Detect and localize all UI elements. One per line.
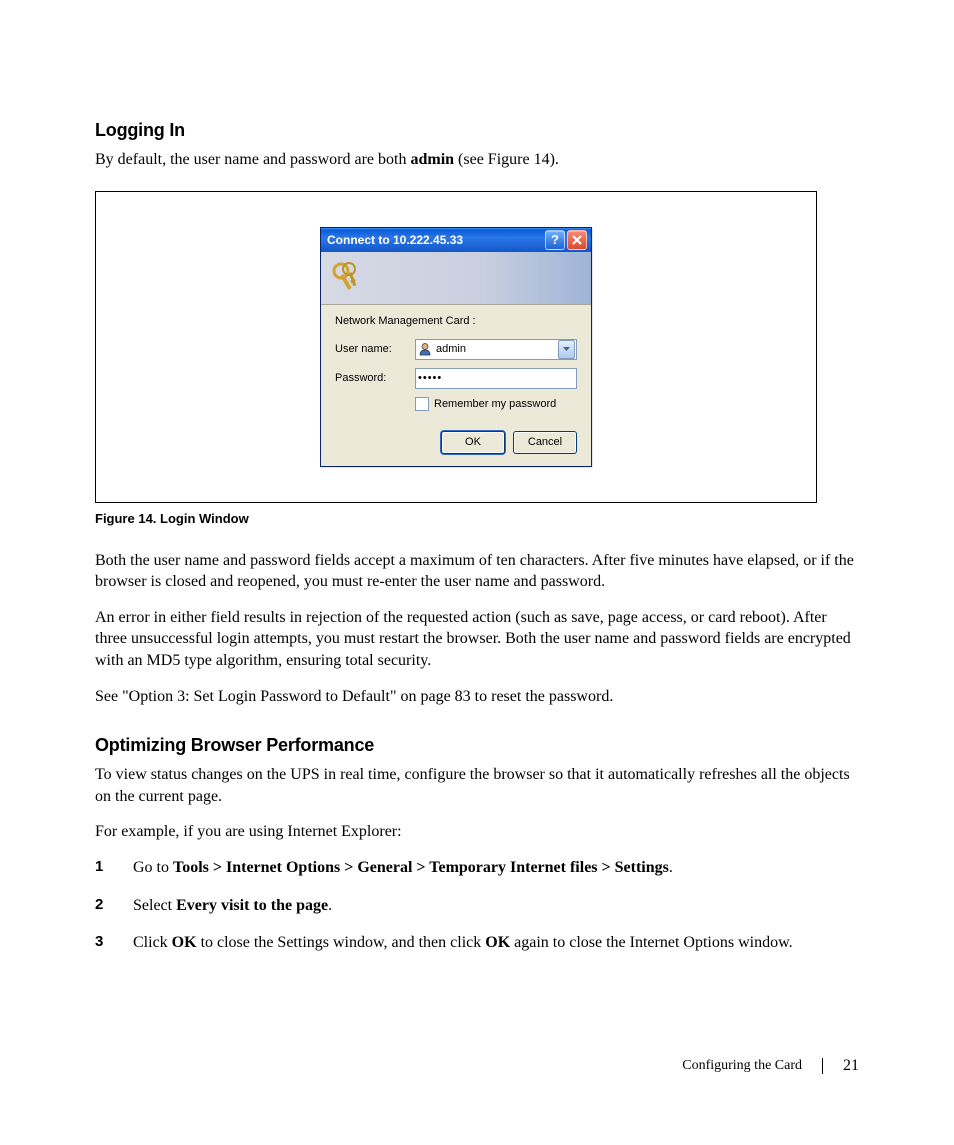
page-footer: Configuring the Card 21	[682, 1057, 859, 1075]
cancel-label: Cancel	[528, 436, 562, 448]
remember-row[interactable]: Remember my password	[415, 397, 577, 411]
dialog-titlebar[interactable]: Connect to 10.222.45.33 ?	[321, 228, 591, 252]
text-bold: admin	[410, 151, 454, 168]
text-bold: Every visit to the page	[176, 897, 328, 914]
username-dropdown-button[interactable]	[558, 340, 575, 359]
document-page: Logging In By default, the user name and…	[0, 0, 954, 1145]
dialog-banner	[321, 252, 591, 305]
dialog-prompt: Network Management Card :	[335, 315, 577, 327]
password-value: •••••	[418, 372, 574, 384]
password-row: Password: •••••	[335, 368, 577, 389]
text-bold: Tools > Internet Options > General > Tem…	[173, 859, 669, 876]
ok-button[interactable]: OK	[441, 431, 505, 454]
cancel-button[interactable]: Cancel	[513, 431, 577, 454]
heading-logging-in: Logging In	[95, 120, 859, 141]
text: Click	[133, 934, 172, 951]
password-label: Password:	[335, 372, 415, 384]
paragraph: Both the user name and password fields a…	[95, 550, 859, 593]
text: .	[669, 859, 673, 876]
paragraph: See "Option 3: Set Login Password to Def…	[95, 686, 859, 708]
paragraph: An error in either field results in reje…	[95, 607, 859, 672]
text: Go to	[133, 859, 173, 876]
step-item: Click OK to close the Settings window, a…	[95, 932, 859, 954]
steps-list: Go to Tools > Internet Options > General…	[95, 857, 859, 954]
login-dialog: Connect to 10.222.45.33 ?	[320, 227, 592, 467]
text: By default, the user name and password a…	[95, 151, 410, 168]
chevron-down-icon	[563, 347, 570, 351]
user-icon	[418, 342, 432, 356]
username-label: User name:	[335, 343, 415, 355]
heading-optimizing: Optimizing Browser Performance	[95, 735, 859, 756]
paragraph-intro: By default, the user name and password a…	[95, 149, 859, 171]
remember-label: Remember my password	[434, 398, 556, 410]
footer-page-number: 21	[843, 1057, 859, 1075]
ok-label: OK	[465, 436, 481, 448]
text: again to close the Internet Options wind…	[510, 934, 792, 951]
footer-section-name: Configuring the Card	[682, 1058, 802, 1074]
text: (see Figure 14).	[454, 151, 559, 168]
text: .	[328, 897, 332, 914]
paragraph: To view status changes on the UPS in rea…	[95, 764, 859, 807]
text: Select	[133, 897, 176, 914]
dialog-title: Connect to 10.222.45.33	[327, 233, 543, 247]
dialog-body: Network Management Card : User name: adm…	[321, 305, 591, 466]
username-row: User name: admin	[335, 339, 577, 360]
username-input[interactable]: admin	[415, 339, 577, 360]
password-input[interactable]: •••••	[415, 368, 577, 389]
figure-caption: Figure 14. Login Window	[95, 511, 859, 526]
dialog-buttons: OK Cancel	[335, 431, 577, 454]
text-bold: OK	[172, 934, 197, 951]
close-icon	[572, 235, 582, 245]
figure-container: Connect to 10.222.45.33 ?	[95, 191, 817, 503]
step-item: Go to Tools > Internet Options > General…	[95, 857, 859, 879]
text-bold: OK	[485, 934, 510, 951]
remember-checkbox[interactable]	[415, 397, 429, 411]
text: to close the Settings window, and then c…	[197, 934, 486, 951]
close-button[interactable]	[567, 230, 587, 250]
step-item: Select Every visit to the page.	[95, 895, 859, 917]
paragraph: For example, if you are using Internet E…	[95, 821, 859, 843]
keys-icon	[331, 261, 365, 295]
username-value: admin	[436, 343, 556, 355]
footer-separator	[822, 1058, 823, 1074]
help-button[interactable]: ?	[545, 230, 565, 250]
